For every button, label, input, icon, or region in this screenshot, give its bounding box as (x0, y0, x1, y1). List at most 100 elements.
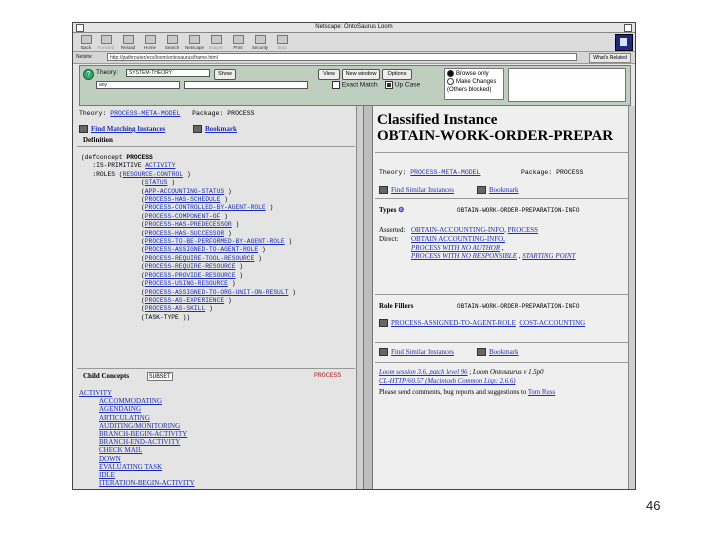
images-button[interactable]: Images (207, 35, 225, 51)
child-concept-link[interactable]: ITERATION-BEGIN-ACTIVITY (99, 479, 195, 487)
role-link[interactable]: PROCESS-HAS-SCHEDULE (145, 196, 221, 203)
direct-link-2[interactable]: PROCESS WITH NO AUTHOR (411, 244, 500, 252)
back-button[interactable]: Back (77, 35, 95, 51)
role-line: (PROCESS-COMPONENT-OF ) (141, 212, 228, 220)
cl-http-link[interactable]: CL-HTTP/60.57 (Macintosh Common Lisp: 2.… (379, 378, 516, 385)
direct-label: Direct: (379, 235, 399, 243)
role-link[interactable]: PROCESS-HAS-PREDECESSOR (145, 221, 232, 228)
role-link[interactable]: PROCESS-ASSIGNED-TO-ORG-UNIT-ON-RESULT (145, 289, 289, 296)
role-link[interactable]: PROCESS-PROVIDE-RESOURCE (145, 272, 236, 279)
radio-browse-dot[interactable] (447, 70, 454, 77)
theory-link[interactable]: PROCESS-META-MODEL (110, 110, 180, 117)
forward-button[interactable]: Forward (97, 35, 115, 51)
role-link[interactable]: PROCESS-ASSIGNED-TO-AGENT-ROLE (145, 246, 258, 253)
child-concept-link[interactable]: EVALUATING TASK (99, 463, 195, 471)
child-concept-link[interactable]: AUDITING/MONITORING (99, 422, 195, 430)
instance-pane: Classified Instance OBTAIN-WORK-ORDER-PR… (371, 106, 635, 489)
security-button[interactable]: Security (251, 35, 269, 51)
search-input[interactable] (184, 81, 308, 89)
exact-match-checkbox[interactable]: Exact Match (332, 81, 378, 89)
child-concept-link[interactable]: CHECK MAIL (99, 446, 195, 454)
find-matching-link[interactable]: Find Matching Instances (79, 125, 165, 134)
theory-select[interactable]: SYSTEM-THEORY (126, 69, 210, 77)
primitive-link[interactable]: ACTIVITY (145, 162, 175, 169)
role-link[interactable]: PROCESS-HAS-SUCCESSOR (145, 230, 224, 237)
help-icon[interactable]: ? (83, 69, 94, 80)
child-concept-link[interactable]: BRANCH-BEGIN-ACTIVITY (99, 430, 195, 438)
radio-changes-dot[interactable] (447, 78, 454, 86)
role-link[interactable]: PROCESS-TO-BE-PERFORMED-BY-AGENT-ROLE (145, 238, 285, 245)
right-bookmark-link-2[interactable]: Bookmark (477, 348, 519, 357)
role-link[interactable]: PROCESS-COMPONENT-OF (145, 213, 221, 220)
left-theory-line: Theory: PROCESS-META-MODEL Package: PROC… (79, 110, 255, 117)
location-field[interactable]: http://pathrouter/ecs/loom/ontosaurus/fr… (107, 53, 577, 61)
role-link[interactable]: PROCESS-AS-EXPERIENCE (145, 297, 224, 304)
back-icon (80, 35, 92, 44)
right-bookmark-link[interactable]: Bookmark (477, 186, 519, 195)
netscape-button[interactable]: Netscape (185, 35, 204, 51)
role-link[interactable]: PROCESS-REQUIRE-RESOURCE (145, 263, 236, 270)
role-line: (PROCESS-HAS-SUCCESSOR ) (141, 229, 232, 237)
child-concept-link[interactable]: DOWN (99, 455, 195, 463)
role-rule (375, 294, 633, 295)
frame-divider[interactable] (363, 106, 373, 489)
role-link[interactable]: STATUS (145, 179, 168, 186)
radio-browse-only[interactable]: Browse only (447, 70, 501, 78)
search-button[interactable]: Search (163, 35, 181, 51)
new-window-button[interactable]: New window (342, 69, 380, 80)
home-button[interactable]: Home (141, 35, 159, 51)
exact-match-box[interactable] (332, 81, 340, 89)
role-link[interactable]: PROCESS-AS-SKILL (145, 305, 205, 312)
right-theory-link[interactable]: PROCESS-META-MODEL (410, 169, 480, 176)
show-button[interactable]: Show (214, 69, 236, 80)
role-link[interactable]: PROCESS-REQUIRE-TOOL-RESOURCE (145, 255, 255, 262)
right-top-rule (375, 152, 633, 153)
close-box-icon[interactable] (76, 24, 84, 32)
loom-session-link[interactable]: Loom session 3.6, patch level 96 (379, 369, 468, 376)
child-concept-link[interactable]: ACCOMMODATING (99, 397, 195, 405)
role-link-resource-control[interactable]: RESOURCE-CONTROL (123, 171, 183, 178)
find-similar-icon (379, 186, 388, 195)
definition-code: (defconcept PROCESS :IS-PRIMITIVE ACTIVI… (81, 154, 296, 321)
zoom-box-icon[interactable] (624, 24, 632, 32)
reload-button[interactable]: Reload (119, 35, 137, 51)
definition-rule (77, 146, 355, 147)
role-link[interactable]: APP-ACCOUNTING-STATUS (145, 188, 224, 195)
upcase-checkbox[interactable]: Up Case (385, 81, 420, 89)
find-similar-link-2[interactable]: Find Similar Instances (379, 348, 454, 357)
role-filler-row: PROCESS-ASSIGNED-TO-AGENT-ROLE COST-ACCO… (379, 319, 585, 328)
role-link[interactable]: PROCESS-USING-RESOURCE (145, 280, 228, 287)
search-type-select[interactable]: any (96, 81, 180, 89)
print-button[interactable]: Print (229, 35, 247, 51)
role-value-link[interactable]: COST-ACCOUNTING (519, 319, 585, 327)
reload-icon (122, 35, 134, 44)
stop-button[interactable]: Stop (273, 35, 291, 51)
upcase-box[interactable] (385, 81, 393, 89)
child-concept-link[interactable]: BRANCH-END-ACTIVITY (99, 438, 195, 446)
asserted-link-2[interactable]: PROCESS (508, 226, 538, 234)
role-link[interactable]: PROCESS-ASSIGNED-TO-AGENT-ROLE (391, 319, 516, 327)
role-line: (PROCESS-REQUIRE-RESOURCE ) (141, 263, 244, 271)
whats-related-button[interactable]: What's Related (589, 53, 631, 63)
direct-link-3[interactable]: PROCESS WITH NO RESPONSIBLE (411, 252, 517, 260)
left-bookmark-link[interactable]: Bookmark (193, 125, 237, 134)
right-scrollbar[interactable] (628, 106, 635, 489)
direct-link-4[interactable]: STARTING POINT (522, 252, 575, 260)
find-similar-link[interactable]: Find Similar Instances (379, 186, 454, 195)
role-line: (PROCESS-ASSIGNED-TO-AGENT-ROLE ) (141, 246, 266, 254)
child-concept-link[interactable]: ARTICULATING (99, 414, 195, 422)
message-area (508, 68, 626, 102)
child-sort-select[interactable]: SUBSET (147, 372, 173, 381)
types-rule (375, 198, 633, 199)
options-button[interactable]: Options (382, 69, 412, 80)
radio-make-changes[interactable]: Make Changes (447, 78, 501, 86)
child-concept-link[interactable]: IDLE (99, 471, 195, 479)
direct-link-1[interactable]: OBTAIN ACCOUNTING-INFO, (411, 235, 576, 244)
child-concept-link[interactable]: AGENDAING (99, 405, 195, 413)
child-root-link[interactable]: ACTIVITY (79, 389, 195, 397)
view-button[interactable]: View (318, 69, 340, 80)
role-line: (PROCESS-HAS-PREDECESSOR ) (141, 221, 240, 229)
role-link[interactable]: PROCESS-CONTROLLED-BY-AGENT-ROLE (145, 204, 266, 211)
tom-russ-link[interactable]: Tom Russ (528, 389, 555, 396)
asserted-link-1[interactable]: OBTAIN-ACCOUNTING-INFO (411, 226, 504, 234)
